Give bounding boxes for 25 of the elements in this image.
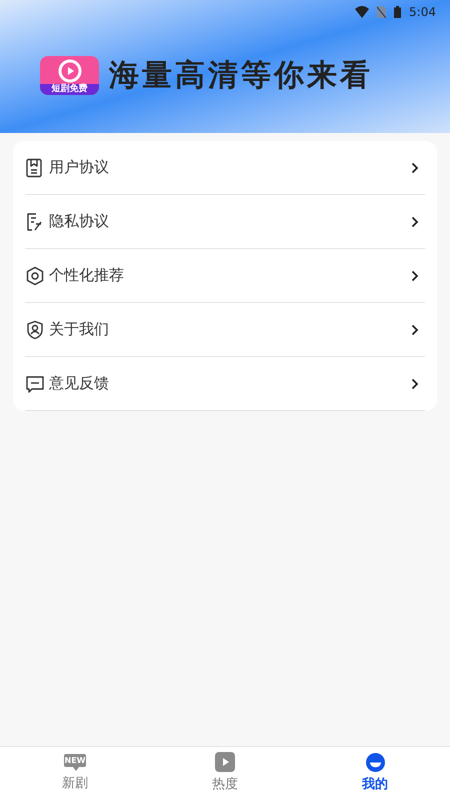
chevron-right-icon bbox=[411, 378, 419, 390]
tab[interactable]: 我的 bbox=[300, 747, 450, 800]
wifi-icon bbox=[355, 6, 370, 18]
play-circle-icon bbox=[58, 59, 82, 83]
play-icon bbox=[215, 752, 235, 772]
shield-person-icon bbox=[25, 320, 45, 340]
slogan-text: 海量高清等你来看 bbox=[109, 57, 373, 95]
logo-caption: 短剧免费 bbox=[40, 84, 99, 95]
menu-item[interactable]: 关于我们 bbox=[25, 303, 425, 357]
tab[interactable]: 热度 bbox=[150, 747, 300, 800]
menu-item[interactable]: 隐私协议 bbox=[25, 195, 425, 249]
chevron-right-icon bbox=[411, 270, 419, 282]
chevron-right-icon bbox=[411, 324, 419, 336]
smile-icon bbox=[366, 752, 384, 772]
tab[interactable]: NEW 新剧 bbox=[0, 747, 150, 800]
status-time: 5:04 bbox=[409, 4, 436, 21]
battery-icon bbox=[394, 6, 402, 18]
no-sim-icon bbox=[377, 6, 386, 18]
menu-item[interactable]: 用户协议 bbox=[25, 141, 425, 195]
settings-icon bbox=[25, 266, 45, 286]
menu-item[interactable]: 个性化推荐 bbox=[25, 249, 425, 303]
menu-item[interactable]: 意见反馈 bbox=[25, 357, 425, 411]
message-icon bbox=[25, 374, 45, 394]
chevron-right-icon bbox=[411, 216, 419, 228]
chevron-right-icon bbox=[411, 162, 419, 174]
